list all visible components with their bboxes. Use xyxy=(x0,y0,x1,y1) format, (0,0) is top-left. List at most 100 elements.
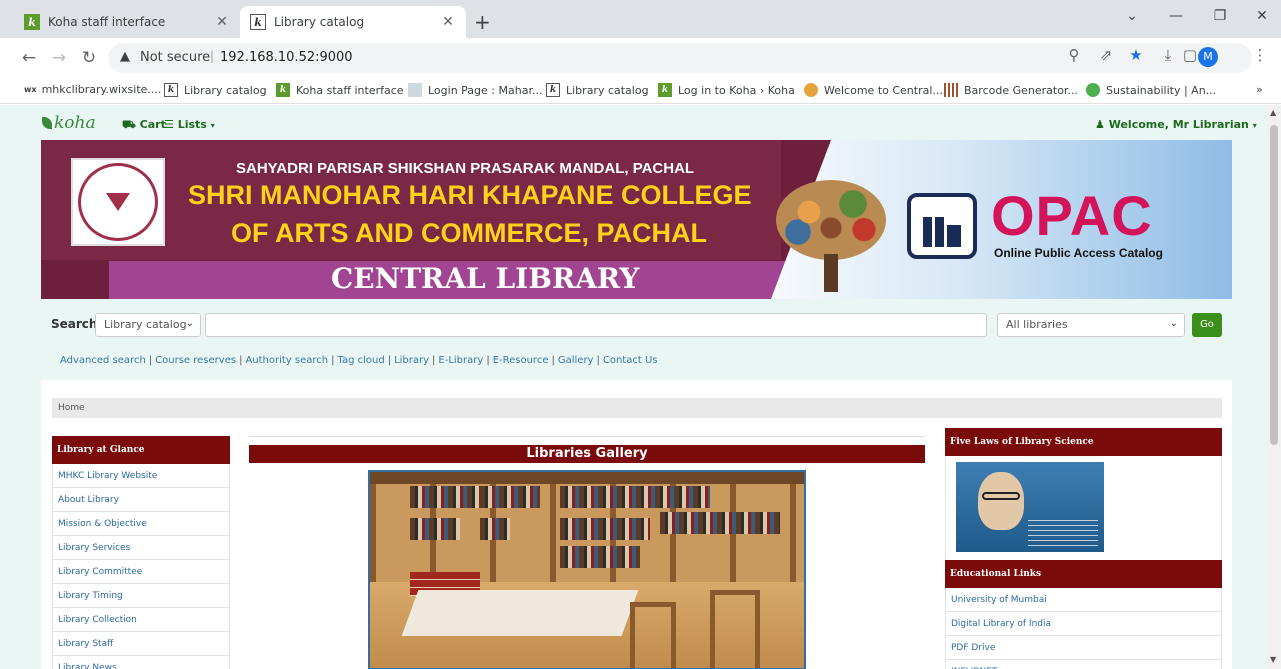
side-panel-icon[interactable]: ▢ xyxy=(1180,46,1200,64)
cart-button[interactable]: ⛟ Cart xyxy=(122,118,166,133)
ranganathan-portrait[interactable] xyxy=(956,462,1104,552)
nav-item-mission[interactable]: Mission & Objective xyxy=(52,512,230,536)
seal-ring xyxy=(78,163,158,241)
scrollbar-thumb[interactable] xyxy=(1270,125,1278,445)
scroll-up-icon[interactable]: ▲ xyxy=(1270,108,1276,117)
library-banner: SAHYADRI PARISAR SHIKSHAN PRASARAK MANDA… xyxy=(41,140,1232,299)
photo-books xyxy=(560,546,640,568)
breadcrumb-home[interactable]: Home xyxy=(58,403,85,413)
download-icon[interactable]: ⤓ xyxy=(1158,46,1178,64)
edu-link-inflibnet[interactable]: INFLIBNET xyxy=(945,660,1222,669)
nav-item-services[interactable]: Library Services xyxy=(52,536,230,560)
scroll-down-icon[interactable]: ▼ xyxy=(1270,655,1276,664)
tab-search-chevron-icon[interactable]: ⌄ xyxy=(1120,8,1144,24)
bookmark-star-icon[interactable]: ★ xyxy=(1126,46,1146,64)
share-icon[interactable]: ⇗ xyxy=(1096,46,1116,64)
divider: | xyxy=(432,355,436,366)
zoom-icon[interactable]: ⚲ xyxy=(1064,46,1084,64)
tab-koha-staff[interactable]: k Koha staff interface ✕ xyxy=(14,6,240,38)
photo-books xyxy=(410,486,480,508)
bookmark-koha-staff[interactable]: k Koha staff interface xyxy=(276,83,404,97)
close-icon[interactable]: ✕ xyxy=(214,14,230,30)
divider: | xyxy=(148,355,153,366)
warning-icon[interactable]: ▲ xyxy=(120,49,130,64)
link-e-resource[interactable]: E-Resource xyxy=(493,355,549,366)
user-menu[interactable]: ♟ Welcome, Mr Librarian ▾ xyxy=(1095,118,1257,131)
window-close-icon[interactable]: ✕ xyxy=(1250,8,1274,24)
link-e-library[interactable]: E-Library xyxy=(438,355,483,366)
link-contact-us[interactable]: Contact Us xyxy=(603,355,658,366)
edu-link-mumbai-university[interactable]: University of Mumbai xyxy=(945,588,1222,612)
photo-books xyxy=(480,486,540,508)
koha-navbar: koha ⛟ Cart ☰ Lists ▾ ♟ Welcome, Mr Libr… xyxy=(0,105,1267,139)
url-text[interactable]: 192.168.10.52:9000 xyxy=(220,50,353,65)
tree-trunk xyxy=(824,254,838,292)
more-bookmarks-icon[interactable]: » xyxy=(1256,83,1263,96)
nav-item-news[interactable]: Library News xyxy=(52,656,230,669)
nav-item-timing[interactable]: Library Timing xyxy=(52,584,230,608)
link-authority-search[interactable]: Authority search xyxy=(245,355,328,366)
koha-logo[interactable]: koha xyxy=(42,113,96,133)
nav-item-collection[interactable]: Library Collection xyxy=(52,608,230,632)
nav-item-staff[interactable]: Library Staff xyxy=(52,632,230,656)
link-course-reserves[interactable]: Course reserves xyxy=(155,355,236,366)
photo-books xyxy=(560,518,650,540)
koha-favicon-icon: k xyxy=(250,14,266,30)
link-gallery[interactable]: Gallery xyxy=(558,355,594,366)
edu-link-digital-library[interactable]: Digital Library of India xyxy=(945,612,1222,636)
avatar[interactable]: M xyxy=(1198,47,1218,67)
page-scrollbar[interactable]: ▲ ▼ xyxy=(1267,105,1281,669)
bookmark-label: Welcome to Central... xyxy=(824,83,943,97)
bookmark-login-page[interactable]: Login Page : Mahar... xyxy=(408,83,542,97)
link-library[interactable]: Library xyxy=(394,355,429,366)
bookmark-library-catalog[interactable]: k Library catalog xyxy=(164,83,267,97)
bookmark-welcome-central[interactable]: Welcome to Central... xyxy=(804,83,943,97)
nav-item-about-library[interactable]: About Library xyxy=(52,488,230,512)
divider: | xyxy=(331,355,335,366)
list-icon: ☰ xyxy=(164,118,174,131)
cart-label: Cart xyxy=(139,118,166,131)
link-tag-cloud[interactable]: Tag cloud xyxy=(338,355,385,366)
document-icon xyxy=(408,83,422,97)
link-advanced-search[interactable]: Advanced search xyxy=(60,355,146,366)
back-icon[interactable]: ← xyxy=(18,48,40,68)
close-icon[interactable]: ✕ xyxy=(440,14,456,30)
minimize-icon[interactable]: — xyxy=(1164,8,1188,24)
forward-icon[interactable]: → xyxy=(48,48,70,68)
bookmark-wix[interactable]: wx mhkclibrary.wixsite.... xyxy=(24,83,161,96)
search-input[interactable] xyxy=(205,313,987,337)
bookmark-sustainability[interactable]: Sustainability | An... xyxy=(1086,83,1216,97)
lists-button[interactable]: ☰ Lists ▾ xyxy=(164,118,215,131)
bookmark-log-in-koha[interactable]: k Log in to Koha › Koha xyxy=(658,83,795,97)
chevron-down-icon: ⌄ xyxy=(1169,318,1178,329)
photo-wall xyxy=(370,472,804,484)
koha-favicon-icon: k xyxy=(658,83,672,97)
restore-icon[interactable]: ❐ xyxy=(1208,8,1232,24)
new-tab-icon[interactable]: + xyxy=(474,12,491,32)
leaf-icon xyxy=(1086,83,1100,97)
caret-down-icon: ▾ xyxy=(1252,121,1257,130)
tab-library-catalog[interactable]: k Library catalog ✕ xyxy=(240,6,466,38)
opac-links: Advanced search | Course reserves | Authorit… xyxy=(60,355,657,366)
library-select[interactable]: All libraries ⌄ xyxy=(997,313,1185,337)
nav-item-committee[interactable]: Library Committee xyxy=(52,560,230,584)
go-button[interactable]: Go xyxy=(1192,313,1222,337)
photo-chair xyxy=(630,602,676,668)
browser-toolbar: ← → ↻ ▲ Not secure | 192.168.10.52:9000 xyxy=(0,38,1281,78)
search-scope-select[interactable]: Library catalog ⌄ xyxy=(95,313,201,337)
book-tree-illustration xyxy=(776,180,886,292)
photo-books xyxy=(480,518,510,540)
reload-icon[interactable]: ↻ xyxy=(78,48,100,68)
bookmark-barcode-generator[interactable]: Barcode Generator... xyxy=(944,83,1078,97)
bookmark-library-catalog-2[interactable]: k Library catalog xyxy=(546,83,649,97)
menu-kebab-icon[interactable]: ⋮ xyxy=(1250,46,1270,64)
photo-books xyxy=(410,518,460,540)
divider: | xyxy=(486,355,490,366)
divider: | xyxy=(210,49,215,63)
college-seal-logo xyxy=(71,158,165,246)
cart-icon: ⛟ xyxy=(122,118,136,131)
gallery-photo[interactable] xyxy=(368,470,806,669)
search-bar: Search Library catalog ⌄ All libraries ⌄… xyxy=(41,305,1232,345)
nav-item-mhkc-website[interactable]: MHKC Library Website xyxy=(52,464,230,488)
edu-link-pdf-drive[interactable]: PDF Drive xyxy=(945,636,1222,660)
